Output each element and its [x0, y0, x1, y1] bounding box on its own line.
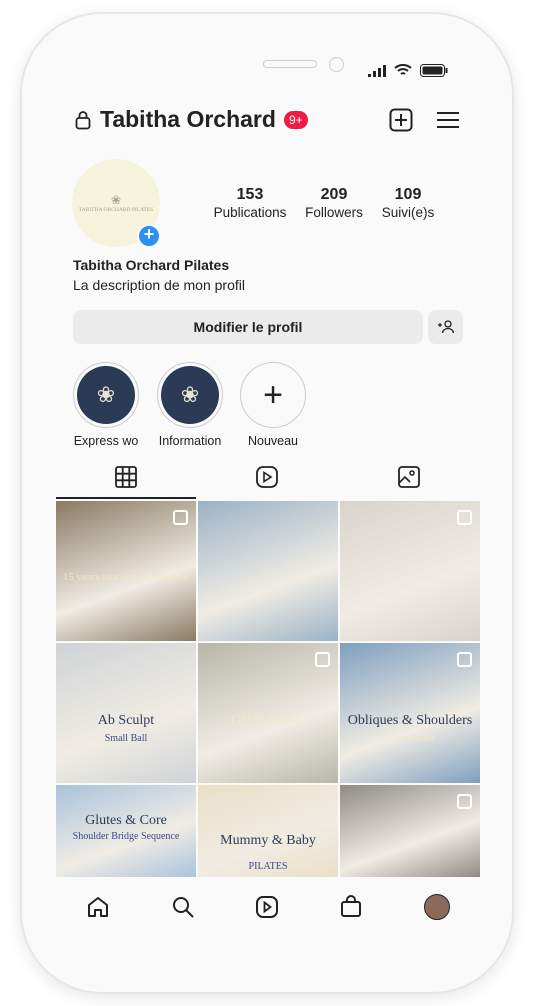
- carousel-icon: [457, 510, 472, 525]
- highlight-express[interactable]: ❀ Express wo: [68, 362, 144, 448]
- home-icon[interactable]: [86, 895, 110, 919]
- profile-avatar-tab[interactable]: [423, 894, 450, 920]
- post-thumbnail[interactable]: Mummy & Baby PILATES: [198, 785, 338, 877]
- post-caption: Mummy & Baby: [220, 833, 316, 848]
- post-thumbnail[interactable]: Glutes & Core Shoulder Bridge Sequence: [56, 785, 196, 877]
- menu-icon[interactable]: [436, 110, 460, 130]
- profile-name: Tabitha Orchard Pilates: [73, 257, 230, 273]
- active-tab-indicator: [56, 497, 196, 499]
- add-person-icon: [437, 320, 454, 334]
- stat-label: Publications: [213, 205, 287, 220]
- highlight-label: Express wo: [73, 434, 139, 448]
- grid-tab-icon[interactable]: [115, 466, 137, 488]
- speaker: [263, 60, 317, 68]
- profile-username[interactable]: Tabitha Orchard: [100, 106, 276, 133]
- avatar-logo-text: Tabitha Orchard Pilates: [78, 207, 154, 213]
- bottom-nav: [56, 878, 480, 936]
- carousel-icon: [315, 652, 330, 667]
- highlight-new[interactable]: + Nouveau: [235, 362, 311, 448]
- post-thumbnail[interactable]: 15 years teaching movement: [56, 501, 196, 641]
- profile-bio: La description de mon profil: [73, 277, 245, 293]
- battery-icon: [420, 64, 448, 77]
- lotus-icon: ❀: [77, 366, 135, 424]
- post-caption: GIVEAWAY: [231, 713, 305, 728]
- add-post-icon[interactable]: [389, 108, 413, 132]
- post-subcaption: Small Ball: [104, 733, 148, 744]
- shop-icon[interactable]: [339, 895, 363, 919]
- post-caption: Glutes & Core: [85, 813, 167, 828]
- carousel-icon: [173, 510, 188, 525]
- post-subcaption: Intermediate: [384, 733, 436, 744]
- post-thumbnail[interactable]: Ab Sculpt Small Ball: [56, 643, 196, 783]
- post-subcaption: PILATES: [248, 861, 288, 872]
- discover-people-button[interactable]: [428, 310, 463, 344]
- lotus-icon: ❀: [161, 366, 219, 424]
- carousel-icon: [457, 794, 472, 809]
- lotus-logo-icon: ❀: [110, 193, 122, 207]
- post-thumbnail[interactable]: GIVEAWAY: [198, 643, 338, 783]
- post-caption: Ab Sculpt: [97, 713, 155, 728]
- post-caption: 15 years teaching movement: [62, 571, 190, 583]
- stat-value: 109: [394, 186, 422, 203]
- notification-badge: 9+: [284, 111, 308, 129]
- highlight-label: Information: [158, 434, 222, 448]
- reels-icon[interactable]: [255, 895, 279, 919]
- search-icon[interactable]: [171, 895, 195, 919]
- post-subcaption: Shoulder Bridge Sequence: [72, 831, 180, 842]
- add-story-icon[interactable]: +: [137, 224, 161, 248]
- camera: [329, 57, 344, 72]
- wifi-icon: [394, 64, 412, 75]
- post-thumbnail[interactable]: Obliques & Shoulders Intermediate: [340, 643, 480, 783]
- edit-profile-button[interactable]: Modifier le profil: [73, 310, 423, 344]
- stat-value: 153: [236, 186, 264, 203]
- lock-icon: [75, 111, 91, 130]
- signal-icon: [368, 64, 386, 77]
- post-thumbnail[interactable]: [340, 785, 480, 877]
- highlight-label: Nouveau: [247, 434, 299, 448]
- tagged-tab-icon[interactable]: [398, 466, 420, 488]
- stat-following[interactable]: 109 Suivi(e)s: [363, 186, 453, 222]
- stat-label: Suivi(e)s: [381, 205, 435, 220]
- post-caption: Obliques & Shoulders: [347, 713, 473, 728]
- status-bar: [368, 64, 448, 77]
- post-thumbnail[interactable]: [198, 501, 338, 641]
- carousel-icon: [457, 652, 472, 667]
- stat-publications[interactable]: 153 Publications: [205, 186, 295, 222]
- post-thumbnail[interactable]: [340, 501, 480, 641]
- reels-tab-icon[interactable]: [256, 466, 278, 488]
- stat-label: Followers: [305, 205, 363, 220]
- plus-icon: +: [263, 375, 283, 414]
- highlight-information[interactable]: ❀ Information: [152, 362, 228, 448]
